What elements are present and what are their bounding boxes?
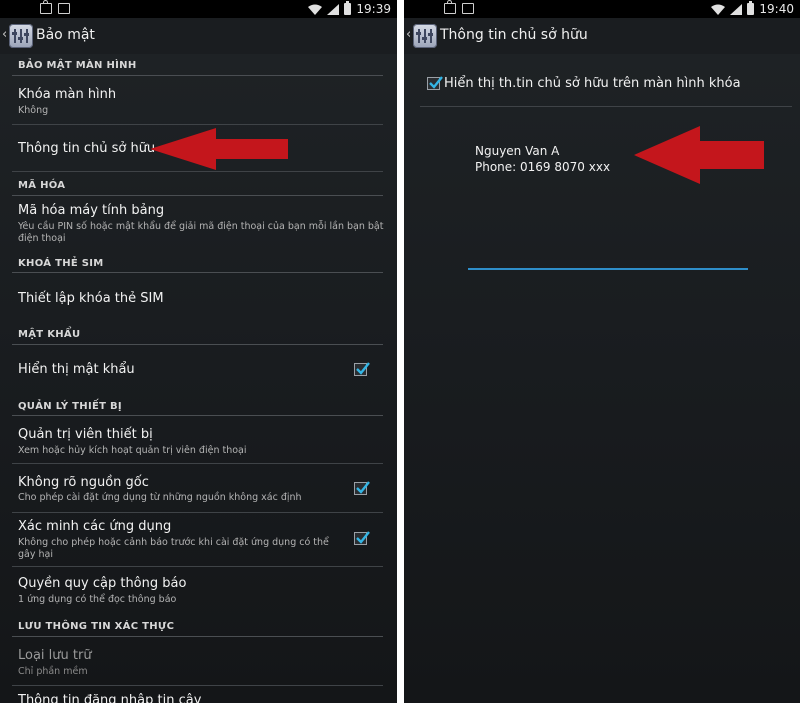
image-icon: [462, 3, 474, 14]
notification-access-sub: 1 ứng dụng có thể đọc thông báo: [18, 594, 177, 605]
wifi-icon: [711, 4, 726, 15]
encrypt-tablet-sub-line1: Yêu cầu PIN số hoặc mật khẩu để giải mã …: [18, 221, 384, 232]
show-password-title[interactable]: Hiển thị mật khẩu: [18, 362, 135, 377]
unknown-sources-checkbox[interactable]: [354, 481, 370, 495]
unknown-sources-sub: Cho phép cài đặt ứng dụng từ những nguồn…: [18, 492, 302, 503]
owner-info-title[interactable]: Thông tin chủ sở hữu: [18, 141, 155, 156]
signal-icon: [327, 3, 340, 15]
settings-app-icon[interactable]: [9, 24, 33, 48]
trusted-credentials-title[interactable]: Thông tin đăng nhập tin cậy: [18, 693, 201, 703]
section-divider: [12, 344, 383, 345]
section-device-admin: QUẢN LÝ THIẾT BỊ: [18, 401, 122, 412]
section-divider: [12, 195, 383, 196]
owner-info-screen: 19:40 ‹ Thông tin chủ sở hữu Hiển thị th…: [404, 0, 800, 703]
show-on-lock-label[interactable]: Hiển thị th.tin chủ sở hữu trên màn hình…: [444, 76, 741, 91]
item-divider: [12, 685, 383, 686]
verify-apps-title[interactable]: Xác minh các ứng dụng: [18, 519, 171, 534]
settings-app-icon[interactable]: [413, 24, 437, 48]
section-encryption: MÃ HÓA: [18, 180, 66, 191]
check-icon: [356, 362, 370, 375]
section-passwords: MẬT KHẨU: [18, 329, 81, 340]
item-divider: [12, 512, 383, 513]
action-bar: ‹ Bảo mật: [0, 18, 397, 54]
check-icon: [356, 531, 370, 544]
section-sim-lock: KHOÁ THẺ SIM: [18, 258, 104, 269]
page-title: Bảo mật: [36, 27, 95, 43]
annotation-arrow-icon: [634, 126, 764, 184]
sim-lock-title[interactable]: Thiết lập khóa thẻ SIM: [18, 291, 164, 306]
battery-icon: [747, 1, 755, 15]
device-admins-sub: Xem hoặc hủy kích hoạt quản trị viên điệ…: [18, 445, 247, 456]
item-divider: [420, 106, 792, 107]
item-divider: [12, 124, 383, 125]
item-divider: [12, 463, 383, 464]
page-title: Thông tin chủ sở hữu: [440, 27, 588, 43]
verify-apps-sub-line1: Không cho phép hoặc cảnh báo trước khi c…: [18, 537, 329, 548]
back-chevron-icon[interactable]: ‹: [2, 27, 7, 42]
section-credential-storage: LƯU THÔNG TIN XÁC THỰC: [18, 621, 175, 632]
check-icon: [356, 481, 370, 494]
storage-type-title: Loại lưu trữ: [18, 648, 92, 663]
battery-icon: [344, 1, 352, 15]
section-divider: [12, 75, 383, 76]
image-icon: [58, 3, 70, 14]
signal-icon: [730, 3, 743, 15]
owner-info-line2[interactable]: Phone: 0169 8070 xxx: [475, 160, 610, 174]
item-divider: [12, 171, 383, 172]
item-divider: [12, 566, 383, 567]
section-divider: [12, 636, 383, 637]
unknown-sources-title[interactable]: Không rõ nguồn gốc: [18, 475, 149, 490]
device-admins-title[interactable]: Quản trị viên thiết bị: [18, 427, 153, 442]
show-password-checkbox[interactable]: [354, 362, 370, 376]
shopping-bag-icon: [444, 0, 456, 14]
encrypt-tablet-title[interactable]: Mã hóa máy tính bảng: [18, 203, 164, 218]
verify-apps-sub-line2: gây hại: [18, 549, 53, 560]
status-time: 19:39: [356, 2, 391, 16]
annotation-arrow-icon: [150, 128, 288, 170]
notification-access-title[interactable]: Quyền quy cập thông báo: [18, 576, 186, 591]
section-divider: [12, 272, 383, 273]
verify-apps-checkbox[interactable]: [354, 531, 370, 545]
security-settings-screen: 19:39 ‹ Bảo mật BẢO MẬT MÀN HÌNH Khóa mà…: [0, 0, 397, 703]
storage-type-sub: Chỉ phần mềm: [18, 666, 88, 677]
wifi-icon: [308, 4, 323, 15]
owner-info-line1[interactable]: Nguyen Van A: [475, 144, 559, 158]
status-bar: 19:40: [404, 0, 800, 18]
owner-info-edit-field[interactable]: [468, 268, 748, 270]
encrypt-tablet-sub-line2: điện thoại: [18, 233, 66, 244]
check-icon: [429, 76, 443, 89]
show-on-lock-checkbox[interactable]: [427, 76, 443, 90]
status-time: 19:40: [759, 2, 794, 16]
back-chevron-icon[interactable]: ‹: [406, 27, 411, 42]
screen-lock-value: Không: [18, 105, 49, 116]
shopping-bag-icon: [40, 0, 52, 14]
screen-lock-title[interactable]: Khóa màn hình: [18, 87, 116, 102]
section-screen-security: BẢO MẬT MÀN HÌNH: [18, 60, 137, 71]
status-bar: 19:39: [0, 0, 397, 18]
action-bar: ‹ Thông tin chủ sở hữu: [404, 18, 800, 54]
section-divider: [12, 415, 383, 416]
